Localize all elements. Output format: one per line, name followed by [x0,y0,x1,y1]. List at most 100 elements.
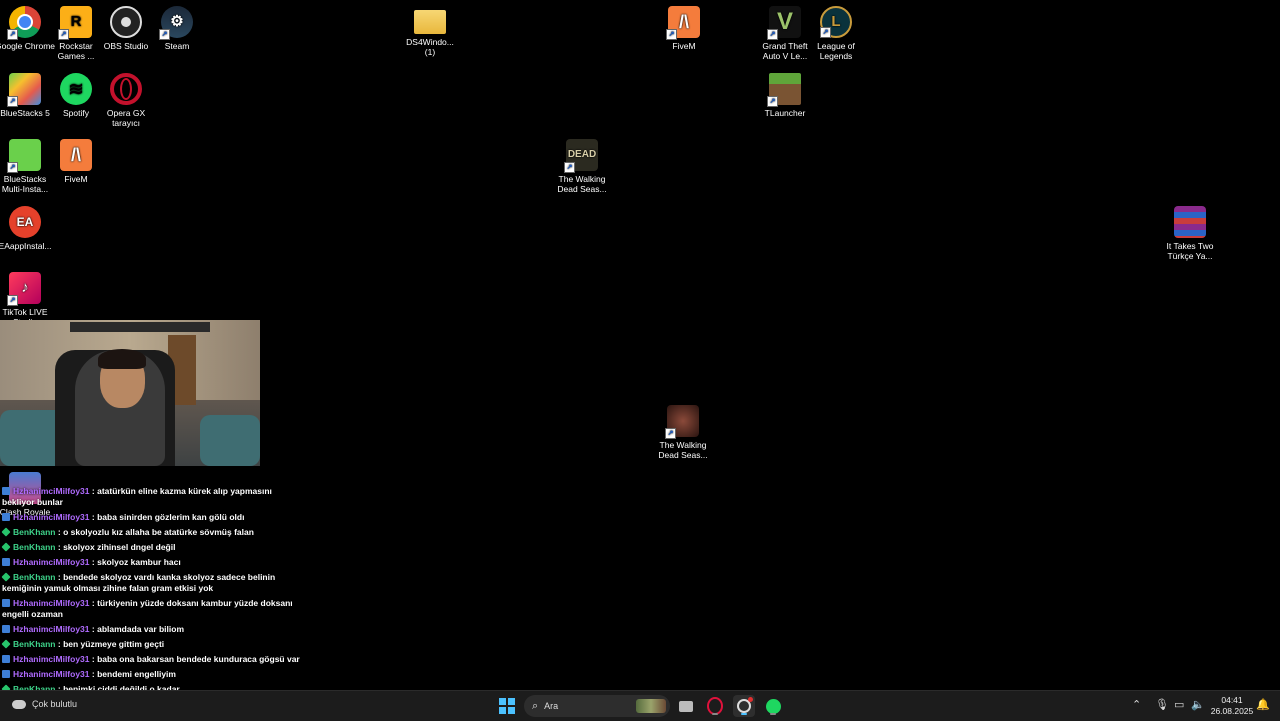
chat-message: BenKhann : o skolyozlu kız allaha be ata… [1,527,302,538]
tiktok-icon: ♪ ↗ [7,272,41,306]
chat-message: HzhanimciMilfoy31 : skolyoz kambur hacı [2,557,302,568]
chat-username: HzhanimciMilfoy31 [13,654,90,664]
fivem-icon: /\ ↗ [666,6,700,40]
clock-time: 04:41 [1221,695,1243,705]
folder-icon [414,10,446,34]
chat-text: bendemi engelliyim [97,669,176,679]
vip-badge-icon [2,670,10,678]
steam-icon: ⚙ ↗ [159,6,193,40]
running-indicator [741,713,747,715]
bluestacks-icon: ↗ [7,73,41,107]
icon-label: EAappInstal... [0,241,52,251]
file-explorer-icon [679,700,693,712]
webcam-overlay [0,320,260,466]
running-indicator [712,713,718,715]
chat-text: skolyoz kambur hacı [97,557,181,567]
ea-icon: EA [9,206,41,238]
taskbar-spotify[interactable] [762,695,784,717]
chat-separator: : [89,654,98,664]
winrar-icon [1174,206,1206,238]
chat-text: ablamdada var biliom [97,624,185,634]
chat-username: HzhanimciMilfoy31 [13,486,90,496]
search-placeholder: Ara [544,701,559,711]
start-button[interactable] [496,695,518,717]
spotify-icon: ≋ [60,73,92,105]
chat-text: baba sinirden gözlerim kan gölü oldı [97,512,245,522]
obs-icon [110,6,142,38]
desktop-icon-fivem[interactable]: /\ ↗ FiveM [654,2,714,51]
chat-separator: : [89,669,98,679]
taskbar-clock[interactable]: 04:41 26.08.2025 [1206,695,1258,717]
weather-widget[interactable]: Çok bulutlu [12,699,77,709]
vip-badge-icon [2,599,10,607]
vip-badge-icon [2,558,10,566]
desktop-icon-walking-dead-1[interactable]: DEAD ↗ The Walking Dead Seas... [552,135,612,194]
icon-label: Steam [164,41,190,51]
chat-separator: : [89,557,98,567]
chat-message: HzhanimciMilfoy31 : bendemi engelliyim [2,669,302,680]
volume-icon[interactable]: 🔈 [1191,698,1205,711]
vip-badge-icon [2,513,10,521]
icon-label: The Walking Dead Seas... [557,174,607,194]
desktop-icon-steam[interactable]: ⚙ ↗ Steam [147,2,207,51]
chat-message: HzhanimciMilfoy31 : atatürkün eline kazm… [2,486,302,508]
icon-label: FiveM [672,41,696,51]
spotify-icon [765,698,781,714]
gta-icon: V ↗ [767,6,801,40]
webcam-banner [70,322,210,332]
desktop-icon-lol[interactable]: L ↗ League of Legends [806,2,866,61]
icon-label: FiveM [64,174,88,184]
chat-text: o skolyozlu kız allaha be atatürke sövmü… [63,527,254,537]
desktop-icon-walking-dead-2[interactable]: ↗ The Walking Dead Seas... [653,401,713,460]
chat-username: BenKhann [13,527,56,537]
webcam-couch [200,415,260,466]
taskbar-obs[interactable] [733,695,755,717]
taskbar-file-explorer[interactable] [675,695,697,717]
chat-text: baba ona bakarsan bendede kunduraca gögs… [97,654,300,664]
chat-message: BenKhann : bendede skolyoz vardı kanka s… [1,572,302,594]
vip-badge-icon [2,487,10,495]
desktop-icon-it-takes-two[interactable]: It Takes Two Türkçe Ya... [1160,202,1220,261]
icon-label: DS4Windo... (1) [406,37,454,57]
cloud-icon [12,699,26,709]
chat-message: BenKhann : ben yüzmeye gittim geçti [1,639,302,650]
tlauncher-icon: ↗ [767,73,801,107]
icon-label: The Walking Dead Seas... [658,440,708,460]
sub-badge-icon [1,639,11,649]
bluestacks-multi-icon: ↗ [7,139,41,173]
sub-badge-icon [1,527,11,537]
chat-separator: : [89,486,98,496]
chat-message: HzhanimciMilfoy31 : baba sinirden gözler… [2,512,302,523]
chat-message: HzhanimciMilfoy31 : baba ona bakarsan be… [2,654,302,665]
chat-text: ben yüzmeye gittim geçti [63,639,165,649]
recording-dot [748,697,753,702]
icon-label: League of Legends [817,41,855,61]
notification-icon[interactable]: 🔔 [1256,698,1270,711]
chat-message: HzhanimciMilfoy31 : ablamdada var biliom [2,624,302,635]
chat-text: skolyox zihinsel dngel değil [63,542,176,552]
opera-icon [110,73,142,105]
windows-icon [499,698,515,714]
microphone-icon[interactable]: 🎙 [1155,698,1169,711]
chat-separator: : [89,598,98,608]
desktop-icon-ds4windows[interactable]: DS4Windo... (1) [400,2,460,57]
desktop-icon-fivem-2[interactable]: /\ FiveM [46,135,106,184]
chat-username: HzhanimciMilfoy31 [13,557,90,567]
search-highlight-image [636,699,666,713]
chevron-up-icon[interactable]: ⌃ [1132,698,1141,711]
desktop-icon-opera[interactable]: Opera GX tarayıcı [96,69,156,128]
taskbar-search[interactable]: ⌕ Ara [524,695,670,717]
desktop-icon-tlauncher[interactable]: ↗ TLauncher [755,69,815,118]
taskbar-opera-gx[interactable] [704,695,726,717]
desktop-icon-ea[interactable]: EA EAappInstal... [0,202,55,251]
network-icon[interactable]: ▭ [1174,698,1184,711]
icon-label: Opera GX tarayıcı [106,108,146,128]
rockstar-icon: R ↗ [58,6,92,40]
chat-separator: : [55,639,64,649]
lol-icon: L ↗ [820,6,852,38]
chat-separator: : [55,572,64,582]
desktop-icon-tiktok[interactable]: ♪↗ TikTok LIVE Studio [0,268,55,327]
sub-badge-icon [1,572,11,582]
icon-label: It Takes Two Türkçe Ya... [1166,241,1214,261]
webcam-hair [98,349,146,369]
